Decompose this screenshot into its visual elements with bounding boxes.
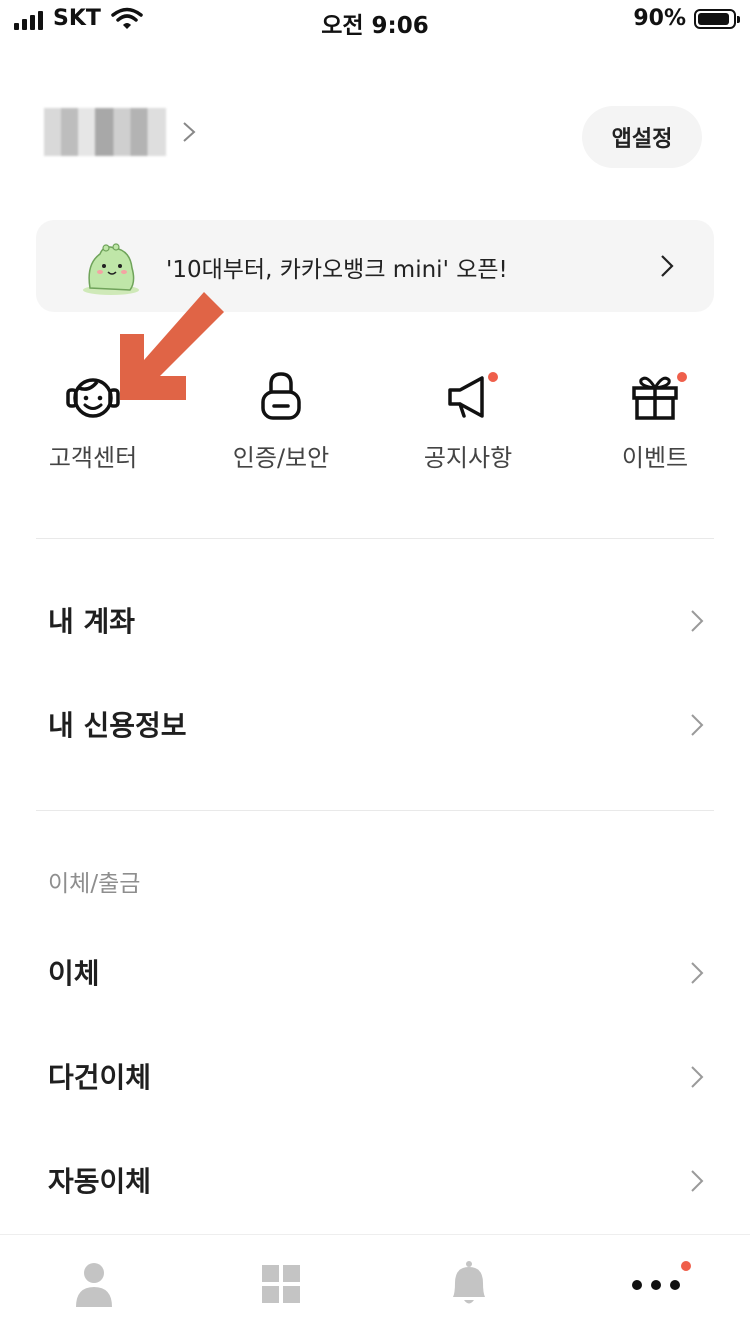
quick-menu-label: 공지사항: [423, 444, 513, 472]
profile-name-blurred: [44, 108, 166, 156]
quick-menu-label: 고객센터: [48, 444, 138, 472]
row-label: 이체: [48, 957, 100, 990]
more-icon: [632, 1280, 680, 1290]
tab-notifications[interactable]: [439, 1259, 499, 1309]
chevron-right-icon: [691, 610, 704, 632]
row-label: 내 신용정보: [48, 709, 187, 742]
chevron-right-icon: [661, 255, 674, 277]
row-label: 내 계좌: [48, 605, 136, 638]
divider: [36, 810, 714, 811]
banner-text: '10대부터, 카카오뱅크 mini' 오픈!: [166, 257, 508, 283]
bottom-tab-bar: [0, 1234, 750, 1335]
chevron-right-icon: [691, 1066, 704, 1088]
dinosaur-character-icon: [83, 243, 139, 295]
annotation-arrow-icon: [120, 292, 224, 400]
bell-icon: [453, 1261, 485, 1304]
notification-dot: [488, 372, 498, 382]
battery-icon: [694, 8, 740, 29]
battery-percent: 90%: [633, 6, 686, 31]
quick-menu-events[interactable]: 이벤트: [580, 370, 730, 480]
notification-dot: [681, 1261, 691, 1271]
chevron-right-icon: [691, 714, 704, 736]
grid-icon: [262, 1265, 300, 1303]
chevron-right-icon: [691, 1170, 704, 1192]
quick-menu-notices[interactable]: 공지사항: [393, 370, 543, 480]
quick-menu-label: 인증/보안: [232, 444, 330, 472]
notification-dot: [677, 372, 687, 382]
menu-row-auto-transfer[interactable]: 자동이체: [0, 1142, 750, 1222]
divider: [36, 538, 714, 539]
menu-row-multi-transfer[interactable]: 다건이체: [0, 1038, 750, 1118]
lock-icon: [261, 372, 301, 420]
menu-row-my-credit[interactable]: 내 신용정보: [0, 686, 750, 766]
tab-my[interactable]: [64, 1259, 124, 1309]
quick-menu-label: 이벤트: [621, 444, 689, 472]
gift-icon: [632, 376, 678, 420]
chevron-right-icon: [691, 962, 704, 984]
row-label: 자동이체: [48, 1165, 152, 1198]
section-title-transfer: 이체/출금: [48, 871, 141, 897]
person-icon: [76, 1263, 112, 1307]
chevron-right-icon: [183, 122, 196, 142]
menu-row-my-account[interactable]: 내 계좌: [0, 582, 750, 662]
profile-link[interactable]: [44, 108, 196, 156]
app-settings-button[interactable]: 앱설정: [582, 106, 702, 168]
menu-row-transfer[interactable]: 이체: [0, 934, 750, 1014]
status-bar: SKT 오전 9:06 90%: [0, 0, 750, 40]
tab-products[interactable]: [251, 1259, 311, 1309]
tab-more[interactable]: [626, 1259, 691, 1309]
row-label: 다건이체: [48, 1061, 152, 1094]
